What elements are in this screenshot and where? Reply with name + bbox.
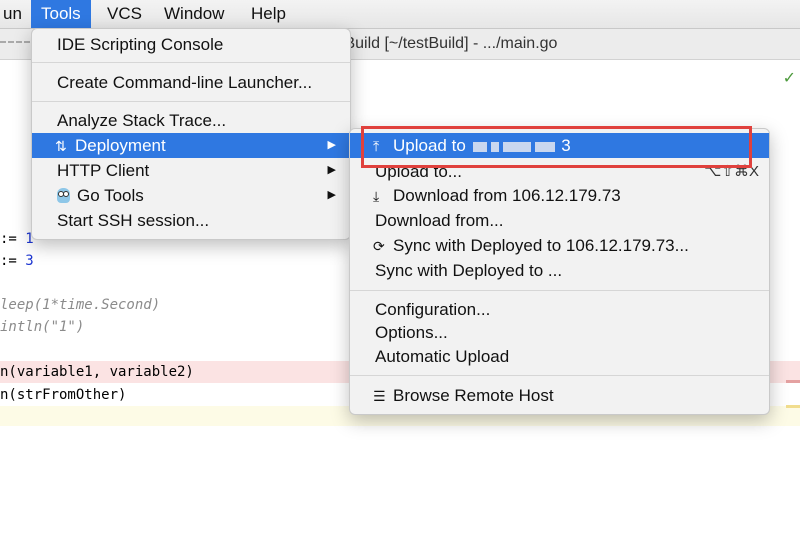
menu-item-label: Automatic Upload: [375, 347, 510, 366]
submenu-arrow-icon: ▶: [327, 164, 336, 176]
annotation-highlight-box: [361, 126, 752, 168]
menu-item-label: Go Tools: [77, 186, 144, 205]
menu-item-label: Create Command-line Launcher...: [57, 73, 313, 92]
menu-run[interactable]: un: [0, 0, 32, 28]
menu-item-label: Start SSH session...: [57, 211, 210, 230]
menu-item-http-client[interactable]: HTTP Client ▶: [32, 158, 350, 183]
menu-item-go-tools[interactable]: Go Tools ▶: [32, 183, 350, 208]
deployment-submenu: ⤒ Upload to 3 Upload to... ⌥⇧⌘X ⤓ Download…: [349, 128, 770, 415]
code-comment: leep(1*time.Second): [0, 297, 161, 313]
menu-item-download-from-server[interactable]: ⤓ Download from 106.12.179.73: [350, 183, 769, 208]
tab-divider: [0, 41, 30, 44]
menu-item-automatic-upload[interactable]: Automatic Upload: [350, 344, 769, 369]
menu-item-options[interactable]: Options...: [350, 320, 769, 345]
menu-separator: [32, 62, 350, 63]
menu-item-sync-with-deployed[interactable]: Sync with Deployed to ...: [350, 258, 769, 283]
menu-help[interactable]: Help: [241, 0, 296, 28]
menu-item-create-launcher[interactable]: Create Command-line Launcher...: [32, 70, 350, 95]
menu-window[interactable]: Window: [154, 0, 234, 28]
error-stripe-mark[interactable]: [786, 380, 800, 383]
menu-item-label: Sync with Deployed to ...: [375, 261, 563, 280]
code-number: 3: [25, 253, 34, 269]
menu-item-analyze-stack-trace[interactable]: Analyze Stack Trace...: [32, 108, 350, 133]
code-text: n(strFromOther): [0, 387, 127, 403]
gopher-icon: [57, 188, 70, 203]
code-comment: intln("1"): [0, 319, 85, 335]
menu-item-download-from[interactable]: Download from...: [350, 208, 769, 233]
menu-vcs[interactable]: VCS: [97, 0, 152, 28]
submenu-arrow-icon: ▶: [327, 189, 336, 201]
menu-item-browse-remote-host[interactable]: ☰ Browse Remote Host: [350, 383, 769, 408]
server-icon: ☰: [373, 389, 386, 405]
inspection-ok-icon[interactable]: ✓: [783, 68, 796, 87]
submenu-arrow-icon: ▶: [327, 139, 336, 151]
menu-item-ide-scripting-console[interactable]: IDE Scripting Console: [32, 32, 350, 57]
menu-item-label: Deployment: [75, 136, 166, 155]
menu-item-label: Options...: [375, 323, 448, 342]
menu-item-start-ssh-session[interactable]: Start SSH session...: [32, 208, 350, 233]
menu-item-configuration[interactable]: Configuration...: [350, 297, 769, 322]
code-text: n(variable1, variable2): [0, 364, 194, 380]
download-icon: ⤓: [373, 189, 380, 205]
menu-item-label: Browse Remote Host: [393, 386, 554, 405]
menu-separator: [32, 101, 350, 102]
deployment-icon: ⇅: [55, 139, 67, 155]
tools-menu: IDE Scripting Console Create Command-lin…: [31, 28, 351, 240]
window-title: tBuild [~/testBuild] - .../main.go: [340, 35, 558, 52]
code-text: :=: [0, 253, 26, 269]
menu-item-label: Sync with Deployed to 106.12.179.73...: [393, 236, 689, 255]
code-text: :=: [0, 231, 26, 247]
warning-stripe-mark[interactable]: [786, 405, 800, 408]
menu-item-label: Analyze Stack Trace...: [57, 111, 227, 130]
menu-separator: [350, 290, 769, 291]
sync-icon: ⟳: [373, 239, 385, 255]
menu-item-label: Download from 106.12.179.73: [393, 186, 621, 205]
menu-item-deployment[interactable]: ⇅ Deployment ▶: [32, 133, 350, 158]
menu-item-label: HTTP Client: [57, 161, 150, 180]
menu-separator: [350, 375, 769, 376]
menu-item-sync-with-server[interactable]: ⟳ Sync with Deployed to 106.12.179.73...: [350, 233, 769, 258]
menu-tools[interactable]: Tools: [31, 0, 91, 28]
menu-bar: un Tools VCS Window Help: [0, 0, 800, 29]
menu-item-label: Configuration...: [375, 300, 491, 319]
menu-item-label: Download from...: [375, 211, 504, 230]
menu-item-label: IDE Scripting Console: [57, 35, 224, 54]
